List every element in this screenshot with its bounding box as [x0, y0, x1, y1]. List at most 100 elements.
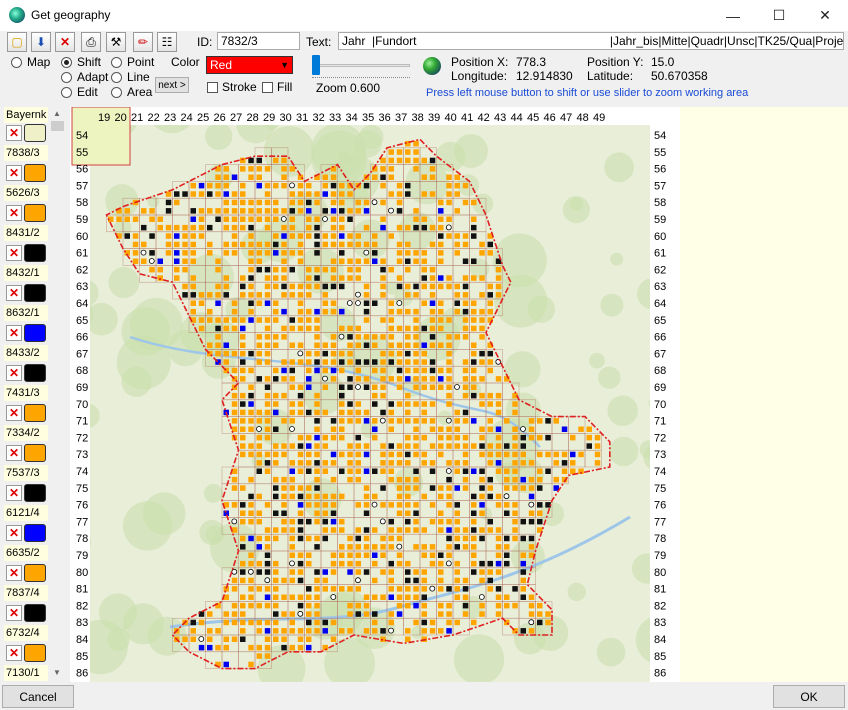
- remove-layer-button[interactable]: ✕: [6, 165, 22, 181]
- mode-edit-radio[interactable]: [61, 87, 72, 98]
- zoom-slider-thumb[interactable]: [312, 55, 320, 75]
- remove-layer-button[interactable]: ✕: [6, 365, 22, 381]
- open-folder-button[interactable]: ▢: [7, 32, 27, 52]
- map-canvas[interactable]: 19 20 21 22 23 24 25 26 27 28 29 30 31 32 33 34 35 36 37 38…: [70, 107, 680, 682]
- record-marker: [240, 350, 246, 357]
- remove-layer-button[interactable]: ✕: [6, 325, 22, 341]
- layer-color-swatch[interactable]: [24, 604, 46, 622]
- record-marker: [388, 518, 394, 525]
- record-marker: [256, 434, 262, 441]
- layer-color-swatch[interactable]: [24, 644, 46, 662]
- map-area[interactable]: 19 20 21 22 23 24 25 26 27 28 29 30 31 32 33 34 35 36 37 38…: [70, 107, 680, 682]
- record-marker: [223, 283, 229, 290]
- scroll-down-icon[interactable]: ▼: [53, 668, 61, 677]
- record-marker: [240, 199, 246, 206]
- layer-color-swatch[interactable]: [24, 524, 46, 542]
- grid-column-label: 30: [280, 112, 292, 124]
- print-button[interactable]: ⎙: [81, 32, 101, 52]
- record-marker: [495, 468, 502, 474]
- record-marker: [297, 560, 304, 567]
- grid-column-label: 46: [544, 112, 556, 124]
- record-marker: [339, 418, 345, 424]
- layer-color-swatch[interactable]: [24, 244, 46, 262]
- record-marker: [215, 283, 221, 290]
- remove-layer-button[interactable]: ✕: [6, 205, 22, 221]
- remove-layer-button[interactable]: ✕: [6, 485, 22, 501]
- layer-color-swatch[interactable]: [24, 124, 46, 142]
- record-marker: [380, 460, 386, 466]
- record-marker: [256, 619, 262, 626]
- close-button[interactable]: ✕: [802, 0, 848, 31]
- color-select[interactable]: Red ▼: [206, 56, 293, 74]
- layer-color-swatch[interactable]: [24, 204, 46, 222]
- minimize-button[interactable]: —: [710, 0, 756, 31]
- remove-layer-button[interactable]: ✕: [6, 245, 22, 261]
- record-marker: [396, 258, 403, 264]
- layer-color-swatch[interactable]: [24, 404, 46, 422]
- record-marker: [330, 275, 337, 281]
- layer-color-swatch[interactable]: [24, 284, 46, 302]
- remove-layer-button[interactable]: ✕: [6, 645, 22, 661]
- download-button[interactable]: ⬇: [31, 32, 51, 52]
- text-field[interactable]: Jahr |Fundort |Jahr_bis|Mitte|Quadr|Unsc…: [338, 32, 844, 50]
- vertical-scrollbar[interactable]: ▲ ▼: [50, 107, 66, 682]
- mode-map-radio[interactable]: [11, 57, 22, 68]
- record-marker: [289, 166, 295, 172]
- cancel-button[interactable]: Cancel: [2, 685, 74, 708]
- record-marker: [256, 157, 262, 164]
- fill-checkbox[interactable]: [262, 82, 273, 93]
- remove-layer-button[interactable]: ✕: [6, 125, 22, 141]
- record-marker: [190, 216, 196, 222]
- layer-color-swatch[interactable]: [24, 484, 46, 502]
- maximize-button[interactable]: ☐: [756, 0, 802, 31]
- mode-line-radio[interactable]: [111, 72, 122, 83]
- globe-icon[interactable]: [423, 57, 441, 75]
- record-marker: [314, 334, 320, 340]
- record-marker: [157, 258, 163, 264]
- record-marker: [273, 443, 279, 449]
- id-field[interactable]: 7832/3: [217, 32, 300, 50]
- stroke-checkbox[interactable]: [207, 82, 218, 93]
- layer-color-swatch[interactable]: [24, 324, 46, 342]
- delete-button[interactable]: ✕: [55, 32, 75, 52]
- record-marker: [396, 586, 403, 592]
- record-marker: [248, 510, 254, 516]
- record-marker: [207, 636, 213, 642]
- layer-color-swatch[interactable]: [24, 564, 46, 582]
- record-marker: [281, 418, 287, 424]
- grid-row-gutter: [70, 107, 90, 682]
- remove-layer-button[interactable]: ✕: [6, 525, 22, 541]
- record-marker: [471, 384, 477, 390]
- record-marker: [462, 367, 469, 374]
- record-marker: [462, 460, 469, 466]
- record-marker: [314, 628, 320, 634]
- marker-button[interactable]: ✏: [133, 32, 153, 52]
- scroll-thumb[interactable]: [51, 121, 64, 131]
- mode-point-radio[interactable]: [111, 57, 122, 68]
- layer-color-swatch[interactable]: [24, 164, 46, 182]
- record-marker: [421, 216, 427, 222]
- record-marker: [281, 577, 287, 584]
- zoom-slider[interactable]: [312, 55, 410, 78]
- remove-layer-button[interactable]: ✕: [6, 565, 22, 581]
- remove-layer-button[interactable]: ✕: [6, 405, 22, 421]
- window-button[interactable]: ☷: [157, 32, 177, 52]
- layer-color-swatch[interactable]: [24, 444, 46, 462]
- remove-layer-button[interactable]: ✕: [6, 605, 22, 621]
- tools-button[interactable]: ⚒: [106, 32, 126, 52]
- mode-area-radio[interactable]: [111, 87, 122, 98]
- grid-row-label: 76: [76, 500, 88, 512]
- layer-color-swatch[interactable]: [24, 364, 46, 382]
- grid-row-label: 64: [76, 298, 88, 310]
- remove-layer-button[interactable]: ✕: [6, 285, 22, 301]
- ok-button[interactable]: OK: [773, 685, 845, 708]
- record-marker: [289, 250, 295, 256]
- remove-layer-button[interactable]: ✕: [6, 445, 22, 461]
- record-marker: [479, 426, 485, 432]
- record-marker: [289, 216, 295, 222]
- record-marker: [273, 594, 279, 600]
- next-button[interactable]: next >: [155, 77, 189, 93]
- scroll-up-icon[interactable]: ▲: [53, 109, 61, 118]
- mode-adapt-radio[interactable]: [61, 72, 72, 83]
- mode-shift-radio[interactable]: [61, 57, 72, 68]
